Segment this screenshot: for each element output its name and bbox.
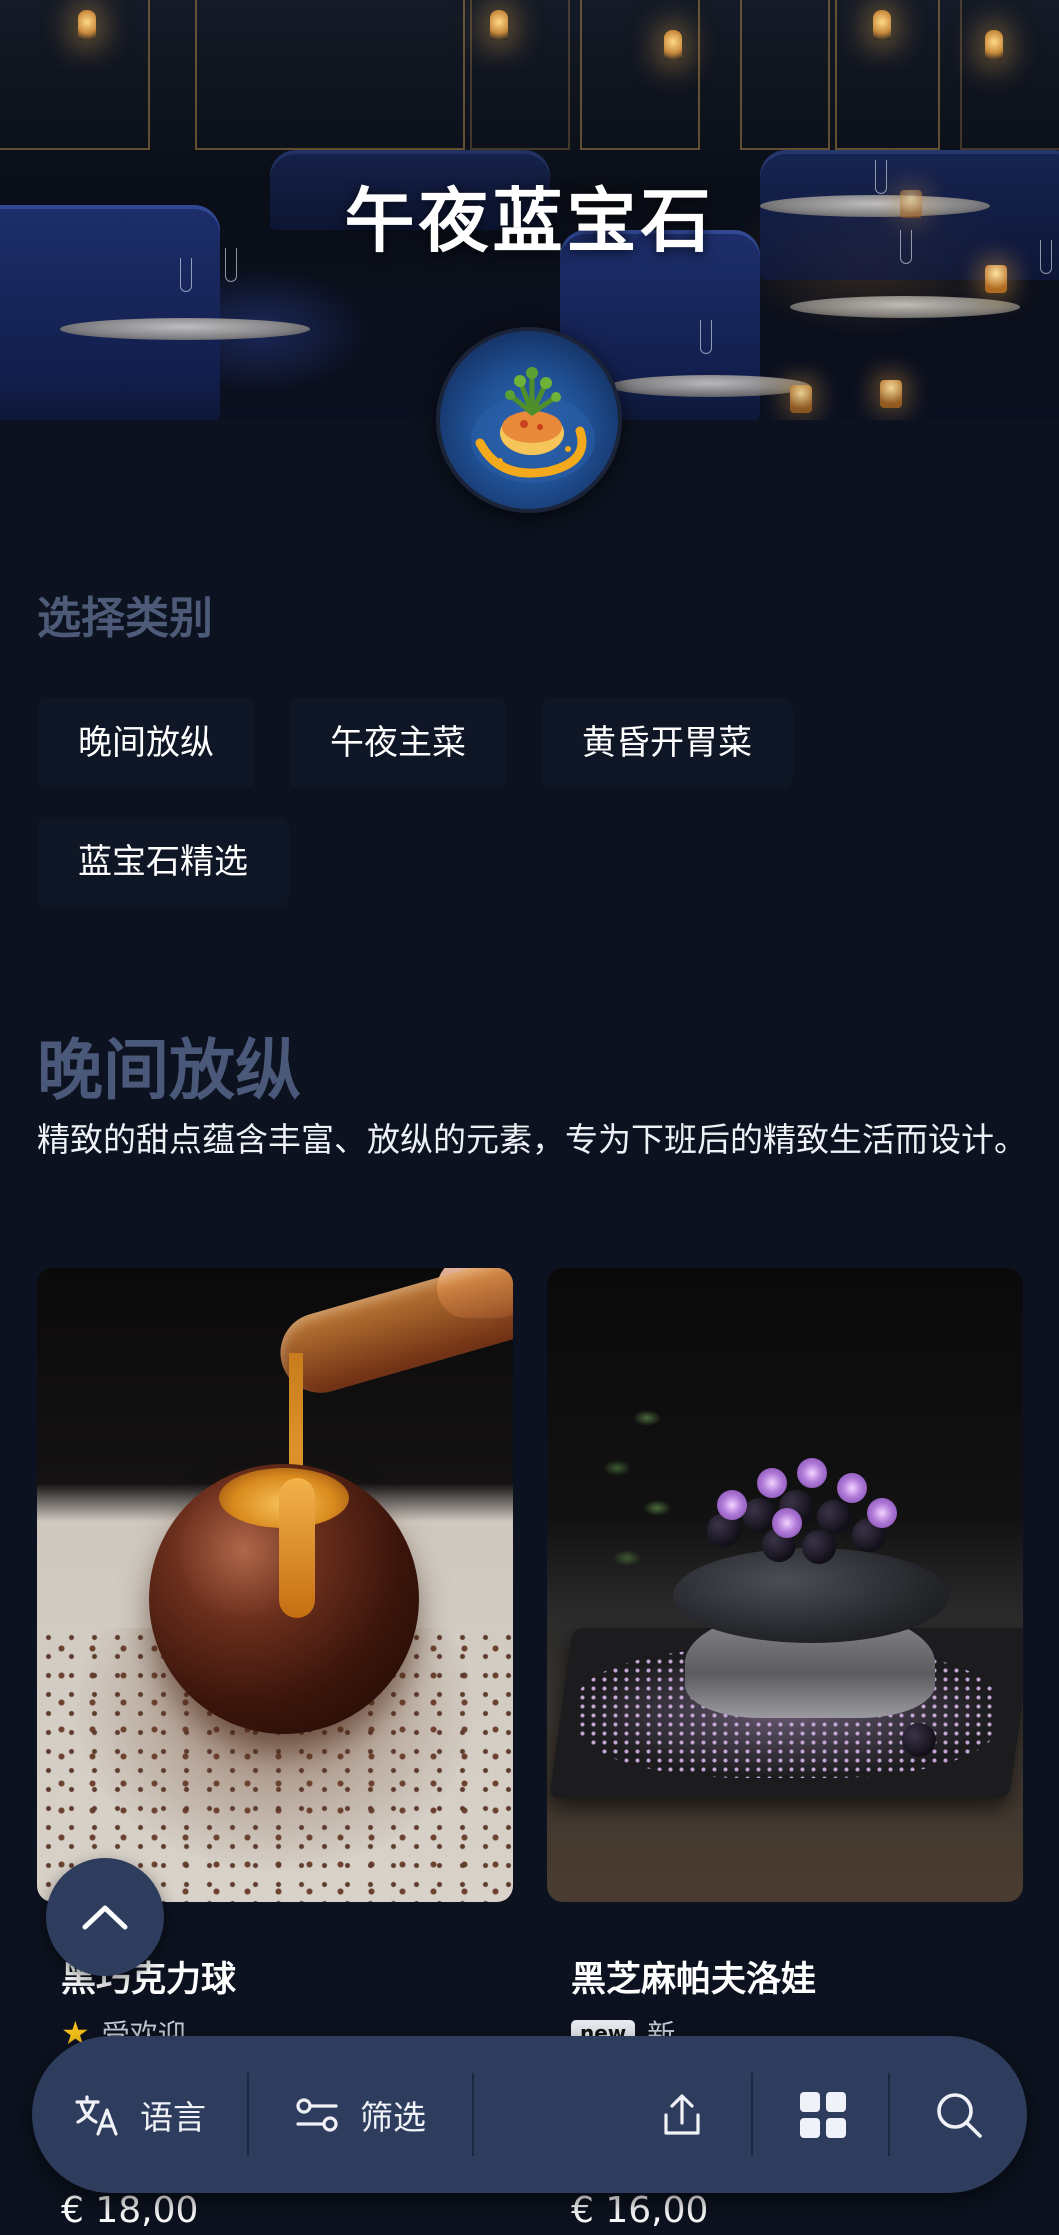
edible-flower bbox=[772, 1508, 802, 1538]
share-icon bbox=[664, 2093, 700, 2135]
category-chip[interactable]: 黄昏开胃菜 bbox=[541, 698, 793, 788]
product-price: € 18,00 bbox=[61, 2190, 199, 2231]
olive-branch bbox=[587, 1388, 687, 1628]
product-card[interactable]: 黑芝麻帕夫洛娃 new 新 € 16,00 bbox=[547, 1268, 1023, 2231]
syrup-bottle bbox=[271, 1268, 513, 1403]
blackberry bbox=[817, 1500, 851, 1534]
wall-sconce bbox=[490, 10, 508, 40]
wine-glass bbox=[700, 320, 712, 354]
edible-flower bbox=[867, 1498, 897, 1528]
category-chip[interactable]: 午夜主菜 bbox=[289, 698, 507, 788]
blackberry bbox=[742, 1498, 776, 1532]
category-title: 晚间放纵 bbox=[37, 1032, 301, 1109]
filter-icon bbox=[296, 2097, 338, 2132]
grid-icon bbox=[800, 2091, 846, 2138]
wall-panel bbox=[960, 0, 1059, 150]
wall-panel bbox=[195, 0, 465, 150]
filter-label: 筛选 bbox=[360, 2097, 426, 2137]
wall-sconce bbox=[985, 30, 1003, 60]
wall-panel bbox=[0, 0, 150, 150]
share-button[interactable] bbox=[658, 2036, 706, 2193]
wall-sconce bbox=[78, 10, 96, 40]
filter-button[interactable]: 筛选 bbox=[294, 2036, 426, 2193]
dining-table bbox=[790, 296, 1020, 318]
category-section-label: 选择类别 bbox=[37, 593, 213, 644]
product-image[interactable] bbox=[37, 1268, 513, 1902]
caramel-drip bbox=[279, 1478, 315, 1618]
edible-flower bbox=[837, 1473, 867, 1503]
scroll-top-button[interactable] bbox=[46, 1858, 164, 1976]
divider bbox=[888, 2073, 890, 2156]
divider bbox=[751, 2073, 753, 2156]
bottom-action-bar: 语言 筛选 bbox=[32, 2036, 1027, 2193]
restaurant-logo bbox=[436, 327, 622, 513]
wall-panel bbox=[470, 0, 570, 150]
product-card[interactable]: 黑巧克力球 ★ 受欢迎 € 18,00 bbox=[37, 1268, 513, 2231]
language-label: 语言 bbox=[140, 2097, 206, 2137]
category-chip[interactable]: 蓝宝石精选 bbox=[37, 817, 289, 907]
wall-panel bbox=[740, 0, 830, 150]
dining-table bbox=[60, 318, 310, 340]
edible-flower bbox=[757, 1468, 787, 1498]
edible-flower bbox=[717, 1490, 747, 1520]
product-name: 黑芝麻帕夫洛娃 bbox=[571, 1960, 817, 2000]
chevron-up-icon bbox=[82, 1905, 128, 1930]
wall-panel bbox=[580, 0, 700, 150]
grid-view-button[interactable] bbox=[798, 2036, 848, 2193]
blackberry bbox=[802, 1530, 836, 1564]
product-price: € 16,00 bbox=[571, 2190, 709, 2231]
restaurant-title: 午夜蓝宝石 bbox=[344, 180, 715, 262]
language-button[interactable]: 语言 bbox=[74, 2036, 206, 2193]
page: 午夜蓝宝石 选择类别 晚间放纵 午夜主菜 黄昏开胃菜 蓝宝石精选 晚间放纵 精致… bbox=[0, 0, 1059, 2235]
translate-icon bbox=[75, 2094, 118, 2136]
wall-sconce bbox=[873, 10, 891, 40]
blackberry bbox=[902, 1723, 936, 1757]
search-icon bbox=[937, 2092, 982, 2138]
product-image[interactable] bbox=[547, 1268, 1023, 1902]
category-description: 精致的甜点蕴含丰富、放纵的元素，专为下班后的精致生活而设计。 bbox=[37, 1120, 1027, 1159]
candle bbox=[985, 265, 1007, 293]
divider bbox=[472, 2073, 474, 2156]
scallop-dish-image bbox=[471, 367, 595, 483]
search-button[interactable] bbox=[934, 2036, 984, 2193]
edible-flower bbox=[797, 1458, 827, 1488]
wall-sconce bbox=[664, 30, 682, 60]
category-chip[interactable]: 晚间放纵 bbox=[37, 698, 255, 788]
divider bbox=[247, 2073, 249, 2156]
syrup-stream bbox=[289, 1353, 303, 1478]
